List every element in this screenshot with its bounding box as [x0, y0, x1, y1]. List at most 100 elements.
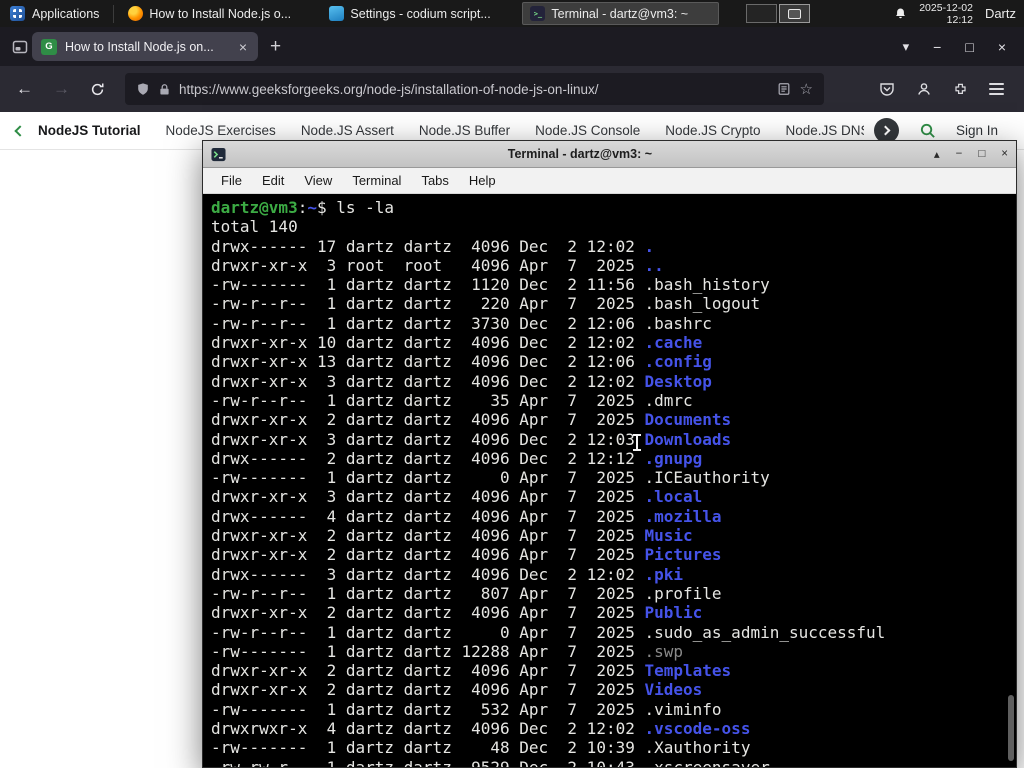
menu-file[interactable]: File [211, 170, 252, 191]
listing-prefix: drwx------ 3 dartz dartz 4096 Dec 2 12:0… [211, 564, 645, 584]
window-controls: ▾ − □ × [903, 39, 1016, 55]
prompt-suffix: $ [316, 198, 327, 217]
url-text[interactable]: https://www.geeksforgeeks.org/node-js/in… [179, 82, 768, 97]
terminal-line: -rw------- 1 dartz dartz 0 Apr 7 2025 .I… [211, 468, 1016, 487]
taskbar-button[interactable]: Settings - codium script... [321, 2, 518, 25]
url-bar[interactable]: https://www.geeksforgeeks.org/node-js/in… [125, 73, 824, 105]
notification-bell-icon[interactable] [894, 7, 907, 20]
menu-tabs[interactable]: Tabs [411, 170, 458, 191]
panel-username: Dartz [984, 6, 1016, 21]
menu-help[interactable]: Help [459, 170, 506, 191]
terminal-line: -rw-r--r-- 1 dartz dartz 3730 Dec 2 12:0… [211, 314, 1016, 333]
nav-scroll-left-icon[interactable] [14, 124, 26, 137]
menu-terminal[interactable]: Terminal [342, 170, 411, 191]
menu-icon[interactable] [989, 83, 1004, 95]
firefox-view-icon[interactable] [12, 39, 28, 55]
listing-prefix: drwxr-xr-x 2 dartz dartz 4096 Apr 7 2025 [211, 526, 645, 546]
codium-icon [329, 6, 345, 21]
back-button[interactable]: ← [6, 79, 43, 99]
listing-name: .profile [644, 583, 722, 603]
listing-name: Desktop [644, 371, 712, 391]
reader-view-icon[interactable] [777, 82, 791, 96]
listing-name: .config [644, 352, 712, 372]
listing-prefix: -rw-rw-r-- 1 dartz dartz 9529 Dec 2 10:4… [211, 758, 644, 767]
listing-prefix: -rw------- 1 dartz dartz 0 Apr 7 2025 [211, 468, 645, 488]
new-tab-button[interactable]: + [270, 36, 281, 58]
shade-button[interactable]: ▴ [934, 147, 940, 161]
listing-prefix: drwxr-xr-x 10 dartz dartz 4096 Dec 2 12:… [211, 333, 645, 353]
listing-name: Downloads [644, 429, 732, 449]
shield-icon[interactable] [136, 82, 150, 96]
menu-edit[interactable]: Edit [252, 170, 294, 191]
terminal-line: drwxr-xr-x 2 dartz dartz 4096 Apr 7 2025… [211, 410, 1016, 429]
listing-prefix: drwxr-xr-x 2 dartz dartz 4096 Apr 7 2025 [211, 545, 645, 565]
clock-time: 12:12 [946, 13, 973, 26]
listing-name: .. [644, 255, 664, 275]
taskbar-button[interactable]: How to Install Node.js o... [120, 2, 317, 25]
listing-name: .viminfo [644, 699, 722, 719]
mini-window-icon [788, 8, 802, 19]
listing-prefix: drwxr-xr-x 2 dartz dartz 4096 Apr 7 2025 [211, 680, 645, 700]
listing-name: .gnupg [644, 448, 703, 468]
site-nav-link[interactable]: Node.JS Crypto [665, 123, 760, 138]
terminal-window-buttons: ▴ − □ × [934, 147, 1008, 161]
extensions-icon[interactable] [953, 82, 968, 97]
lock-icon[interactable] [159, 83, 170, 96]
listing-prefix: -rw-r--r-- 1 dartz dartz 220 Apr 7 2025 [211, 294, 645, 314]
terminal-line: drwxr-xr-x 2 dartz dartz 4096 Apr 7 2025… [211, 680, 1016, 699]
list-all-tabs-icon[interactable]: ▾ [903, 39, 910, 55]
browser-tab[interactable]: G How to Install Node.js on... × [32, 32, 258, 61]
terminal-minimize-button[interactable]: − [956, 148, 963, 160]
site-nav-link[interactable]: Node.JS Assert [301, 123, 394, 138]
prompt-user-host: dartz@vm3 [211, 198, 298, 217]
reload-button[interactable] [80, 82, 115, 97]
listing-name: Pictures [644, 545, 722, 565]
terminal-line: -rw------- 1 dartz dartz 1120 Dec 2 11:5… [211, 275, 1016, 294]
tab-close-icon[interactable]: × [237, 39, 249, 55]
listing-name: .xscreensaver [644, 758, 769, 767]
listing-name: .swp [644, 641, 684, 661]
tab-title: How to Install Node.js on... [65, 39, 214, 54]
workspace-1[interactable] [746, 4, 778, 23]
listing-name: .Xauthority [644, 738, 751, 758]
listing-name: .pki [644, 564, 684, 584]
bookmark-star-icon[interactable]: ☆ [800, 80, 813, 98]
site-nav-link[interactable]: Node.JS DNS [786, 123, 864, 138]
listing-name: .dmrc [644, 390, 693, 410]
terminal-line: -rw-r--r-- 1 dartz dartz 807 Apr 7 2025 … [211, 584, 1016, 603]
minimize-button[interactable]: − [933, 39, 941, 55]
sign-in-button[interactable]: Sign In [956, 123, 1010, 138]
listing-prefix: drwx------ 17 dartz dartz 4096 Dec 2 12:… [211, 236, 645, 256]
terminal-titlebar[interactable]: Terminal - dartz@vm3: ~ ▴ − □ × [203, 141, 1016, 168]
site-nav-link[interactable]: NodeJS Exercises [166, 123, 276, 138]
workspace-2[interactable] [779, 4, 811, 23]
terminal-line: -rw-r--r-- 1 dartz dartz 0 Apr 7 2025 .s… [211, 623, 1016, 642]
terminal-scrollbar[interactable] [1008, 695, 1014, 761]
taskbar-button[interactable]: >_ Terminal - dartz@vm3: ~ [522, 2, 720, 25]
site-nav-link[interactable]: Node.JS Console [535, 123, 640, 138]
site-nav-link[interactable]: NodeJS Tutorial [38, 123, 141, 138]
applications-menu-label: Applications [32, 6, 100, 21]
clock-date: 2025-12-02 [919, 1, 973, 14]
prompt-separator: : [297, 198, 308, 217]
pocket-icon[interactable] [879, 81, 895, 97]
site-nav-links: NodeJS Tutorial NodeJS Exercises Node.JS A… [38, 123, 864, 138]
terminal-line: -rw------- 1 dartz dartz 12288 Apr 7 202… [211, 642, 1016, 661]
prompt-line: dartz@vm3:~$ ls -la [211, 198, 1016, 217]
terminal-line: drwxr-xr-x 3 dartz dartz 4096 Dec 2 12:0… [211, 430, 1016, 449]
listing-name: Videos [644, 680, 703, 700]
terminal-close-button[interactable]: × [1001, 148, 1008, 160]
total-line: total 140 [211, 217, 298, 237]
terminal-screen[interactable]: dartz@vm3:~$ ls -la total 140 drwx------… [203, 194, 1016, 767]
maximize-button[interactable]: □ [965, 39, 973, 55]
menu-view[interactable]: View [294, 170, 342, 191]
browser-tabstrip: G How to Install Node.js on... × + ▾ − □… [0, 27, 1024, 66]
search-icon[interactable] [919, 122, 936, 139]
terminal-maximize-button[interactable]: □ [978, 148, 985, 160]
listing-prefix: drwxr-xr-x 3 dartz dartz 4096 Apr 7 2025 [211, 487, 645, 507]
site-nav-link[interactable]: Node.JS Buffer [419, 123, 510, 138]
account-icon[interactable] [916, 81, 932, 97]
close-button[interactable]: × [998, 39, 1006, 55]
forward-button[interactable]: → [43, 79, 80, 99]
applications-menu-button[interactable]: Applications [0, 0, 109, 27]
